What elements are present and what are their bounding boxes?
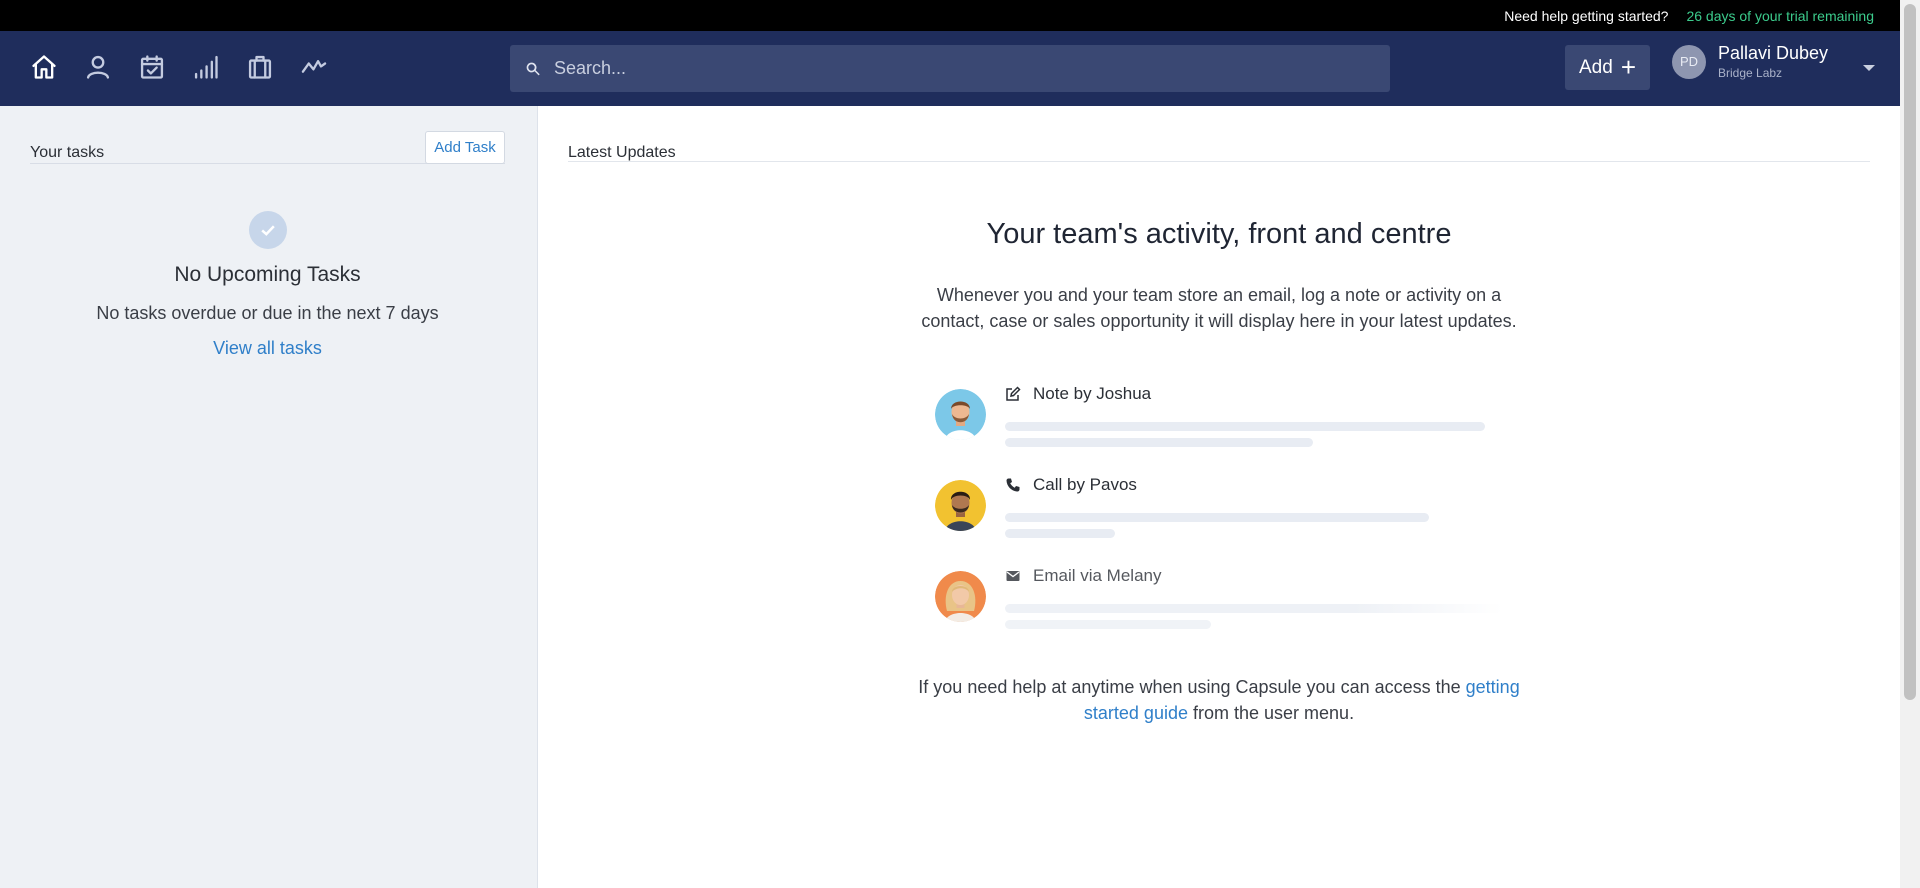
placeholder-line <box>1005 422 1485 431</box>
search-bar[interactable] <box>510 45 1390 92</box>
feed-item-label: Call by Pavos <box>1033 475 1137 494</box>
empty-tasks-title: No Upcoming Tasks <box>174 263 361 286</box>
hero-title: Your team's activity, front and centre <box>986 218 1452 250</box>
help-prefix: If you need help at anytime when using C… <box>918 677 1461 697</box>
feed-item-header: Call by Pavos <box>1005 475 1137 495</box>
add-button-label: Add <box>1579 56 1613 78</box>
placeholder-line <box>1005 604 1503 613</box>
hero-description: Whenever you and your team store an emai… <box>921 285 1517 331</box>
list-item: Call by Pavos <box>935 475 1515 566</box>
cases-icon[interactable] <box>244 51 276 83</box>
person-icon[interactable] <box>82 51 114 83</box>
feed-item-label: Email via Melany <box>1033 566 1162 585</box>
avatar <box>935 480 986 531</box>
activity-feed-illustration: Note by Joshua Call by Pavos Email via M… <box>935 384 1515 657</box>
view-all-tasks-link[interactable]: View all tasks <box>213 338 322 359</box>
feed-item-header: Email via Melany <box>1005 566 1162 586</box>
calendar-icon[interactable] <box>136 51 168 83</box>
tasks-sidebar: Your tasks Add Task No Upcoming Tasks No… <box>0 106 538 888</box>
help-link[interactable]: Need help getting started? <box>1504 8 1668 24</box>
chevron-down-icon[interactable] <box>1863 65 1875 71</box>
scrollbar-thumb[interactable] <box>1904 4 1916 700</box>
avatar <box>935 571 986 622</box>
latest-updates-header: Latest Updates <box>568 130 1870 162</box>
envelope-icon <box>1006 571 1020 581</box>
avatar: PD <box>1672 44 1706 79</box>
top-banner: Need help getting started? 26 days of yo… <box>0 0 1900 31</box>
placeholder-line <box>1005 529 1115 538</box>
list-item: Email via Melany <box>935 566 1515 657</box>
feed-item-label: Note by Joshua <box>1033 384 1152 403</box>
placeholder-line <box>1005 438 1313 447</box>
help-suffix: from the user menu. <box>1193 703 1355 723</box>
vertical-scrollbar[interactable] <box>1900 0 1920 888</box>
add-button[interactable]: Add + <box>1565 45 1650 90</box>
placeholder-line <box>1005 513 1429 522</box>
user-menu[interactable]: PD Pallavi Dubey Bridge Labz <box>1672 43 1828 80</box>
avatar <box>935 389 986 440</box>
user-organization: Bridge Labz <box>1718 66 1783 80</box>
add-task-button[interactable]: Add Task <box>425 131 505 164</box>
note-icon <box>1006 386 1021 401</box>
tasks-empty-state: No Upcoming Tasks No tasks overdue or du… <box>0 211 535 359</box>
trial-remaining-text[interactable]: 26 days of your trial remaining <box>1686 8 1874 24</box>
home-icon[interactable] <box>28 51 60 83</box>
sales-pipeline-icon[interactable] <box>190 51 222 83</box>
plus-icon: + <box>1620 51 1636 82</box>
search-input[interactable] <box>554 58 1354 79</box>
main-navbar: Add + PD Pallavi Dubey Bridge Labz <box>0 31 1900 106</box>
feed-item-header: Note by Joshua <box>1005 384 1151 404</box>
check-icon <box>248 211 287 249</box>
latest-updates-panel: Latest Updates Your team's activity, fro… <box>538 106 1900 888</box>
placeholder-line <box>1005 620 1211 629</box>
phone-icon <box>1006 478 1020 492</box>
help-footer-text: If you need help at anytime when using C… <box>909 674 1529 726</box>
activity-icon[interactable] <box>298 51 330 83</box>
search-icon <box>526 62 540 75</box>
user-name: Pallavi Dubey <box>1718 43 1829 63</box>
latest-updates-title: Latest Updates <box>568 144 676 161</box>
empty-tasks-subtitle: No tasks overdue or due in the next 7 da… <box>96 303 439 323</box>
list-item: Note by Joshua <box>935 384 1515 475</box>
nav-icon-group <box>28 51 330 83</box>
tasks-header: Your tasks Add Task <box>30 128 505 164</box>
tasks-title: Your tasks <box>30 144 105 161</box>
